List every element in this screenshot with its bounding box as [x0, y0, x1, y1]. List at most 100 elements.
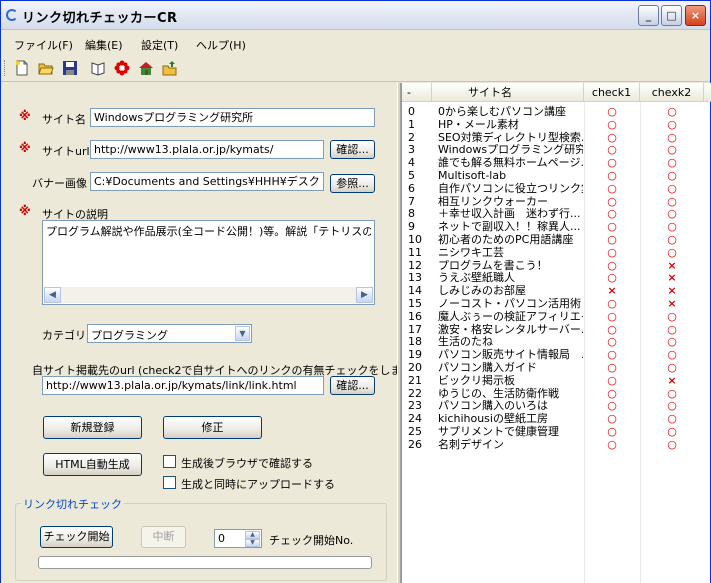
table-row[interactable]: 4 誰でも解る無料ホームページ... ○ ○ — [402, 156, 711, 169]
start-number-label: チェック開始No. — [269, 534, 354, 547]
list-header: - サイト名 check1 chexk2 — [402, 83, 711, 102]
table-row[interactable]: 20 パソコン購入ガイド ○ ○ — [402, 361, 711, 374]
table-row[interactable]: 24 kichihousiの壁紙工房 ○ ○ — [402, 412, 711, 425]
table-row[interactable]: 2 SEO対策ディレクトリ型検索... ○ ○ — [402, 131, 711, 144]
menu-settings[interactable]: 設定(T) — [141, 37, 178, 53]
table-row[interactable]: 18 生活のたね ○ ○ — [402, 335, 711, 348]
table-row[interactable]: 0 0から楽しむパソコン講座 ○ ○ — [402, 105, 711, 118]
row-check2-status: × — [667, 258, 677, 272]
site-name-input[interactable]: Windowsプログラミング研究所 — [90, 108, 375, 127]
description-hscrollbar[interactable]: ◀ ▶ — [44, 287, 373, 303]
banner-input[interactable]: C:¥Documents and Settings¥HHH¥デスクトップ — [90, 172, 324, 191]
table-row[interactable]: 22 ゆうじの、生活防衛作戦 ○ ○ — [402, 387, 711, 400]
description-textarea[interactable]: プログラム解説や作品展示(全コード公開！)等。解説「テトリスの作り方 ◀ ▶ — [42, 220, 375, 305]
category-label: カテゴリ — [42, 329, 86, 342]
menu-file[interactable]: ファイル(F) — [14, 37, 73, 53]
table-row[interactable]: 26 名刺デザイン ○ ○ — [402, 438, 711, 451]
upload-checkbox[interactable] — [163, 476, 176, 489]
confirm-link-button[interactable]: 確認... — [330, 376, 375, 395]
confirm-url-button[interactable]: 確認... — [330, 140, 375, 159]
red-flower-icon[interactable] — [113, 60, 131, 78]
title-bar[interactable]: リンク切れチェッカーCR _ □ × — [1, 1, 710, 30]
row-number: 20 — [408, 361, 422, 374]
category-select[interactable]: プログラミング ▼ — [87, 324, 252, 343]
table-row[interactable]: 14 しみじみのお部屋 × × — [402, 284, 711, 297]
table-row[interactable]: 21 ビックリ掲示板 ○ × — [402, 374, 711, 387]
row-check2-status: × — [667, 373, 677, 387]
stop-check-button[interactable]: 中断 — [141, 526, 186, 548]
menu-edit[interactable]: 編集(E) — [85, 37, 123, 53]
table-row[interactable]: 19 パソコン販売サイト情報局 ... ○ ○ — [402, 348, 711, 361]
row-check1-status: ○ — [607, 130, 617, 144]
chevron-down-icon[interactable]: ▼ — [235, 326, 250, 341]
upload-folder-icon[interactable] — [161, 60, 179, 78]
row-check1-status: ○ — [607, 220, 617, 234]
row-site-name: ニシワキ工芸 — [438, 245, 504, 259]
site-list-view: - サイト名 check1 chexk2 0 0から楽しむパソコン講座 ○ ○ 1 HP・… — [401, 83, 711, 583]
table-row[interactable]: 15 ノーコスト・パソコン活用術 ○ × — [402, 297, 711, 310]
menu-help[interactable]: ヘルプ(H) — [196, 37, 246, 53]
book-icon[interactable] — [89, 60, 107, 78]
column-header-no[interactable]: - — [402, 83, 432, 102]
row-site-name: プログラムを書こう！ — [438, 258, 548, 272]
row-number: 5 — [408, 169, 415, 182]
link-url-input[interactable]: http://www13.plala.or.jp/kymats/link/lin… — [42, 376, 324, 395]
spin-up-icon[interactable]: ▲ — [245, 531, 260, 539]
scroll-right-icon[interactable]: ▶ — [356, 287, 373, 303]
row-check2-status: ○ — [667, 105, 677, 118]
row-site-name: 名刺デザイン — [438, 437, 504, 451]
row-check2-status: ○ — [667, 322, 677, 336]
new-register-button[interactable]: 新規登録 — [43, 416, 142, 439]
column-header-site-name[interactable]: サイト名 — [432, 83, 584, 102]
maximize-button[interactable]: □ — [661, 5, 682, 26]
start-check-button[interactable]: チェック開始 — [40, 526, 113, 548]
table-row[interactable]: 9 ネットで副収入！！稼異人... ○ ○ — [402, 220, 711, 233]
row-number: 26 — [408, 437, 422, 451]
modify-button[interactable]: 修正 — [163, 416, 262, 439]
table-row[interactable]: 13 うえぶ壁紙職人 ○ × — [402, 271, 711, 284]
row-check1-status: ○ — [607, 271, 617, 285]
row-site-name: SEO対策ディレクトリ型検索... — [438, 130, 583, 144]
row-check2-status: ○ — [667, 309, 677, 323]
row-check1-status: ○ — [607, 207, 617, 221]
scroll-left-icon[interactable]: ◀ — [44, 287, 61, 303]
spin-down-icon[interactable]: ▼ — [245, 539, 260, 547]
site-url-input[interactable]: http://www13.plala.or.jp/kymats/ — [90, 140, 324, 159]
table-row[interactable]: 25 サプリメントで健康管理 ○ ○ — [402, 425, 711, 438]
toolbar-grip[interactable] — [4, 60, 7, 76]
table-row[interactable]: 11 ニシワキ工芸 ○ ○ — [402, 246, 711, 259]
row-check1-status: ○ — [607, 335, 617, 349]
html-generate-button[interactable]: HTML自動生成 — [43, 453, 142, 476]
table-row[interactable]: 17 激安・格安レンタルサーバー... ○ ○ — [402, 323, 711, 336]
table-row[interactable]: 6 自作パソコンに役立つリンク集 ○ ○ — [402, 182, 711, 195]
table-row[interactable]: 23 パソコン購入のいろは ○ ○ — [402, 399, 711, 412]
column-header-check1[interactable]: check1 — [584, 83, 640, 102]
row-check1-status: ○ — [607, 437, 617, 451]
table-row[interactable]: 10 初心者のためのPC用語講座 ○ ○ — [402, 233, 711, 246]
browser-check-label: 生成後ブラウザで確認する — [181, 457, 313, 470]
open-folder-icon[interactable] — [37, 60, 55, 78]
table-row[interactable]: 3 Windowsプログラミング研究所 ○ ○ — [402, 143, 711, 156]
table-row[interactable]: 16 魔人ぶぅーの検証アフィリエイト ○ ○ — [402, 310, 711, 323]
row-site-name: ゆうじの、生活防衛作戦 — [438, 386, 559, 400]
table-row[interactable]: 1 HP・メール素材 ○ ○ — [402, 118, 711, 131]
new-file-icon[interactable] — [13, 60, 31, 78]
row-number: 25 — [408, 425, 422, 438]
table-row[interactable]: 7 相互リンクウォーカー ○ ○ — [402, 195, 711, 208]
close-button[interactable]: × — [685, 5, 706, 26]
save-icon[interactable] — [61, 60, 79, 78]
table-row[interactable]: 8 ＋幸せ収入計画 迷わず行... ○ ○ — [402, 207, 711, 220]
browse-button[interactable]: 参照... — [330, 174, 375, 193]
row-site-name: 初心者のためのPC用語講座 — [438, 233, 574, 246]
table-row[interactable]: 5 Multisoft-lab ○ ○ — [402, 169, 711, 182]
house-icon[interactable] — [137, 60, 155, 78]
start-number-stepper[interactable]: 0 ▲ ▼ — [214, 529, 262, 548]
row-number: 13 — [408, 271, 422, 285]
column-header-check2[interactable]: chexk2 — [640, 83, 704, 102]
minimize-button[interactable]: _ — [638, 5, 659, 26]
row-check2-status: × — [667, 271, 677, 285]
browser-check-checkbox[interactable] — [163, 455, 176, 468]
row-check2-status: ○ — [667, 117, 677, 131]
table-row[interactable]: 12 プログラムを書こう！ ○ × — [402, 259, 711, 272]
row-check1-status: ○ — [607, 245, 617, 259]
